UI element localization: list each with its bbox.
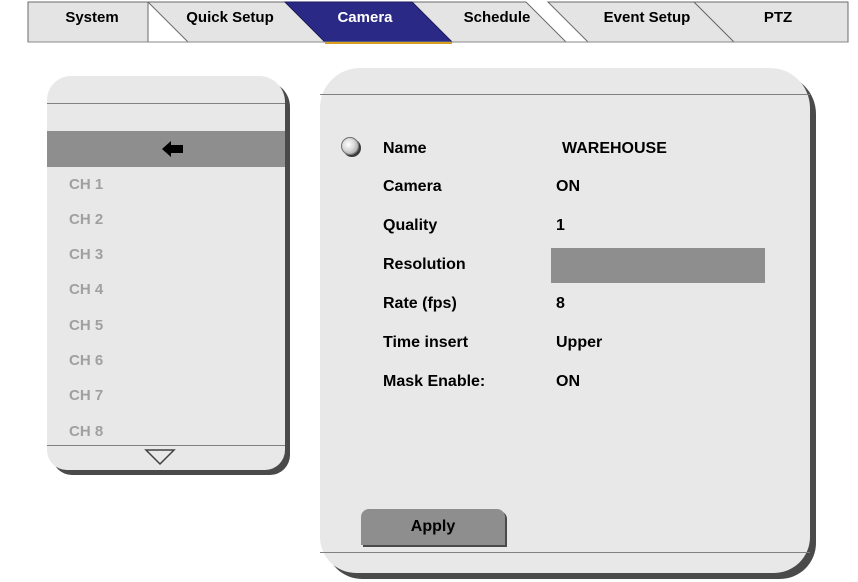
camera-label: Camera xyxy=(383,178,442,195)
tab-bar: System Quick Setup Camera Schedule Event… xyxy=(0,0,858,44)
camera-settings-panel: Name WAREHOUSE Camera ON Quality 1 Resol… xyxy=(320,68,810,573)
divider xyxy=(320,552,810,553)
tab-quick-setup[interactable]: Quick Setup xyxy=(186,9,274,26)
channel-item-5[interactable]: CH 5 xyxy=(69,317,103,334)
channel-item-4[interactable]: CH 4 xyxy=(69,281,103,298)
rate-value[interactable]: 8 xyxy=(556,295,565,313)
rate-label: Rate (fps) xyxy=(383,295,457,312)
tab-camera[interactable]: Camera xyxy=(337,9,392,26)
channel-item-1[interactable]: CH 1 xyxy=(69,176,103,193)
channel-item-3[interactable]: CH 3 xyxy=(69,246,103,263)
divider xyxy=(320,94,810,95)
tab-event-setup[interactable]: Event Setup xyxy=(604,9,691,26)
left-arrow-icon xyxy=(162,141,183,157)
channel-item-7[interactable]: CH 7 xyxy=(69,387,103,404)
name-radio-button[interactable] xyxy=(341,137,359,155)
channel-item-8[interactable]: CH 8 xyxy=(69,423,103,440)
triangle-down-icon[interactable] xyxy=(144,448,176,466)
tab-schedule[interactable]: Schedule xyxy=(464,9,531,26)
quality-label: Quality xyxy=(383,217,438,234)
channel-item-2[interactable]: CH 2 xyxy=(69,211,103,228)
channel-item-6[interactable]: CH 6 xyxy=(69,352,103,369)
channel-list-panel: CH 1 CH 2 CH 3 CH 4 CH 5 CH 6 CH 7 CH 8 xyxy=(47,76,285,470)
tab-shapes xyxy=(27,1,849,44)
divider xyxy=(47,445,285,446)
name-value[interactable]: WAREHOUSE xyxy=(562,140,667,158)
resolution-label: Resolution xyxy=(383,256,466,273)
tab-system[interactable]: System xyxy=(65,9,118,26)
name-label: Name xyxy=(383,140,427,157)
camera-value[interactable]: ON xyxy=(556,178,580,196)
divider xyxy=(47,103,285,104)
time-insert-value[interactable]: Upper xyxy=(556,334,602,352)
quality-value[interactable]: 1 xyxy=(556,217,565,235)
apply-button[interactable]: Apply xyxy=(361,509,505,545)
resolution-value[interactable] xyxy=(551,248,765,283)
time-insert-label: Time insert xyxy=(383,334,469,351)
tab-ptz[interactable]: PTZ xyxy=(764,9,792,26)
back-button[interactable] xyxy=(47,131,285,167)
mask-enable-label: Mask Enable: xyxy=(383,373,486,390)
mask-enable-value[interactable]: ON xyxy=(556,373,580,391)
